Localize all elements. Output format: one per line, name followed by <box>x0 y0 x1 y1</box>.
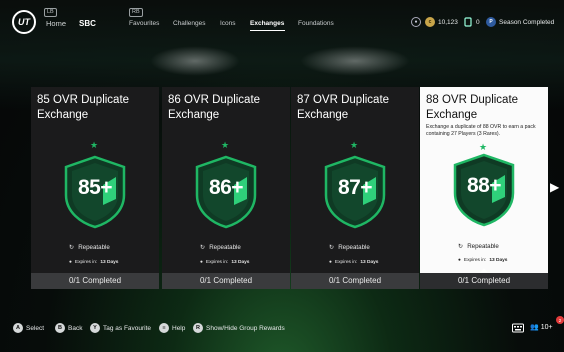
completion-status: 0/1 Completed <box>31 273 159 289</box>
star-icon: ★ <box>221 140 230 150</box>
tab-icons[interactable]: Icons <box>220 20 236 27</box>
repeatable-row: ↻ Repeatable <box>69 244 110 251</box>
expires-label: Expires in: <box>205 260 229 265</box>
shield-badge-icon: 88+ <box>452 153 516 227</box>
badge-rating: 86+ <box>208 176 244 199</box>
b-button-icon: B <box>55 323 65 333</box>
expires-value: 13 Days <box>231 260 250 265</box>
star-icon: ★ <box>479 142 488 152</box>
exchange-card-86[interactable]: 86 OVR Duplicate Exchange ★ 86+ ↻ Repeata… <box>162 87 290 289</box>
shield-badge-icon: 87+ <box>323 155 387 229</box>
top-navigation-bar: UT LB RB Home SBC Favourites Challenges … <box>0 0 564 40</box>
tab-foundations[interactable]: Foundations <box>298 20 334 27</box>
notification-badge: 2 <box>556 316 564 324</box>
a-button-icon: A <box>13 323 23 333</box>
hint-favourite[interactable]: Y Tag as Favourite <box>90 323 151 333</box>
repeatable-label: Repeatable <box>209 244 241 251</box>
hint-select[interactable]: A Select <box>13 323 44 333</box>
shield-badge-icon: 85+ <box>63 155 127 229</box>
hint-group-rewards[interactable]: R Show/Hide Group Rewards <box>193 323 285 333</box>
friends-button[interactable]: 👥 10+ <box>530 323 553 332</box>
star-icon: ★ <box>90 140 99 150</box>
timer-icon: ● <box>458 258 461 263</box>
coins-balance: 10,123 <box>438 19 458 26</box>
exchange-card-88[interactable]: 88 OVR Duplicate Exchange Exchange a dup… <box>420 87 548 289</box>
badge-rating: 88+ <box>466 174 502 197</box>
keyboard-icon[interactable] <box>512 323 524 335</box>
nav-home[interactable]: Home <box>46 19 66 28</box>
stadium-light <box>300 46 410 76</box>
star-icon: ★ <box>350 140 359 150</box>
shield-badge-icon: 86+ <box>194 155 258 229</box>
expires-value: 13 Days <box>100 260 119 265</box>
rs-button-icon: R <box>193 323 203 333</box>
points-balance: 0 <box>476 19 480 26</box>
friends-icon: 👥 <box>530 324 539 331</box>
timer-icon: ● <box>200 260 203 265</box>
expires-label: Expires in: <box>463 258 487 263</box>
exchange-card-85[interactable]: 85 OVR Duplicate Exchange ★ 85+ ↻ Repeata… <box>31 87 159 289</box>
card-title: 87 OVR Duplicate Exchange <box>297 94 390 121</box>
ultimate-team-logo[interactable]: UT <box>12 10 36 34</box>
repeatable-row: ↻ Repeatable <box>329 244 370 251</box>
completion-status: 0/1 Completed <box>291 273 419 289</box>
hint-label: Help <box>172 324 186 332</box>
next-page-arrow-icon[interactable]: ▶ <box>550 180 559 194</box>
hint-label: Tag as Favourite <box>103 324 152 332</box>
menu-button-icon: ≡ <box>159 323 169 333</box>
repeat-icon: ↻ <box>458 243 464 250</box>
y-button-icon: Y <box>90 323 100 333</box>
stadium-light <box>150 46 240 76</box>
repeatable-row: ↻ Repeatable <box>200 244 241 251</box>
repeat-icon: ↻ <box>69 244 75 251</box>
coins-icon: c <box>425 17 435 27</box>
repeatable-row: ↻ Repeatable <box>458 243 499 250</box>
repeat-icon: ↻ <box>329 244 335 251</box>
exchange-card-87[interactable]: 87 OVR Duplicate Exchange ★ 87+ ↻ Repeata… <box>291 87 419 289</box>
nav-sbc[interactable]: SBC <box>79 19 96 28</box>
repeatable-label: Repeatable <box>467 243 499 250</box>
repeat-icon: ↻ <box>200 244 206 251</box>
lb-button-hint: LB <box>44 8 57 17</box>
club-icon[interactable]: ● <box>411 17 421 27</box>
card-title: 88 OVR Duplicate Exchange <box>426 94 519 121</box>
timer-icon: ● <box>329 260 332 265</box>
expires-label: Expires in: <box>334 260 358 265</box>
expires-value: 13 Days <box>489 258 508 263</box>
expiry-row: ● Expires in: 13 Days <box>200 260 249 265</box>
tab-challenges[interactable]: Challenges <box>173 20 206 27</box>
card-title: 85 OVR Duplicate Exchange <box>37 94 130 121</box>
tab-exchanges[interactable]: Exchanges <box>250 20 284 27</box>
repeatable-label: Repeatable <box>338 244 370 251</box>
expiry-row: ● Expires in: 13 Days <box>329 260 378 265</box>
repeatable-label: Repeatable <box>78 244 110 251</box>
tab-favourites[interactable]: Favourites <box>129 20 159 27</box>
expiry-row: ● Expires in: 13 Days <box>458 258 507 263</box>
expires-value: 13 Days <box>360 260 379 265</box>
hint-help[interactable]: ≡ Help <box>159 323 185 333</box>
expiry-row: ● Expires in: 13 Days <box>69 260 118 265</box>
badge-rating: 87+ <box>337 176 373 199</box>
hint-label: Select <box>26 324 45 332</box>
friends-count: 10+ <box>540 323 553 331</box>
rb-button-hint: RB <box>129 8 143 17</box>
hint-label: Back <box>68 324 83 332</box>
active-tab-underline <box>250 30 285 31</box>
points-icon <box>463 17 473 27</box>
season-pass-icon: P <box>486 17 496 27</box>
completion-status: 0/1 Completed <box>420 273 548 289</box>
hint-label: Show/Hide Group Rewards <box>206 324 285 332</box>
card-description: Exchange a duplicate of 88 OVR to earn a… <box>426 124 536 137</box>
expires-label: Expires in: <box>74 260 98 265</box>
hint-back[interactable]: B Back <box>55 323 82 333</box>
timer-icon: ● <box>69 260 72 265</box>
card-title: 86 OVR Duplicate Exchange <box>168 94 261 121</box>
season-status[interactable]: Season Completed <box>499 19 554 26</box>
completion-status: 0/1 Completed <box>162 273 290 289</box>
badge-rating: 85+ <box>77 176 113 199</box>
selection-pointer <box>481 268 487 272</box>
